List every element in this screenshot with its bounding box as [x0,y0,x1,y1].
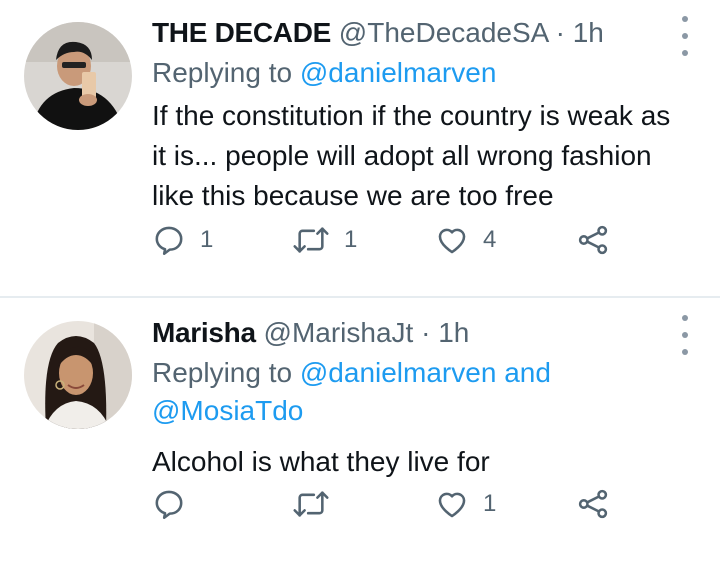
retweet-button[interactable]: 1 [292,223,357,257]
like-count: 4 [483,226,497,253]
like-icon [438,492,466,518]
avatar[interactable] [24,22,132,130]
like-button[interactable]: 1 [435,487,496,521]
tweet-text: If the constitution if the country is we… [152,100,671,211]
replying-and[interactable]: and [504,357,551,388]
more-options-button[interactable] [678,16,692,56]
reply-button[interactable]: 1 [152,223,213,257]
share-icon [578,489,608,519]
replying-to-line: Replying to @danielmarven and @MosiaTdo [152,354,690,430]
tweet-header: THE DECADE @TheDecadeSA · 1h [152,14,690,52]
tweet[interactable]: Marisha @MarishaJt · 1h Replying to @dan… [0,298,720,573]
share-button[interactable] [576,487,610,521]
reply-icon [155,226,183,256]
display-name[interactable]: Marisha [152,317,256,348]
retweet-icon [293,227,329,253]
user-handle[interactable]: @MarishaJt [264,317,414,348]
replying-to-line: Replying to @danielmarven [152,54,690,92]
timestamp[interactable]: 1h [438,317,469,348]
reply-icon [155,490,183,520]
retweet-icon [293,491,329,517]
retweet-count: 1 [344,226,358,253]
like-icon [438,228,466,254]
avatar[interactable] [24,321,132,429]
timestamp[interactable]: 1h [573,17,604,48]
retweet-button[interactable] [292,487,344,521]
more-vertical-icon [682,315,688,321]
tweet-header: Marisha @MarishaJt · 1h [152,314,690,352]
mention-link[interactable]: @danielmarven [300,357,497,388]
tweet-text: Alcohol is what they live for [152,446,490,477]
user-handle[interactable]: @TheDecadeSA [339,17,548,48]
separator: · [421,317,431,348]
share-button[interactable] [576,223,610,257]
like-count: 1 [483,490,497,517]
separator: · [555,17,565,48]
reply-button[interactable] [152,487,200,521]
tweet[interactable]: THE DECADE @TheDecadeSA · 1h Replying to… [0,0,720,298]
more-vertical-icon [682,16,688,22]
replying-prefix: Replying to [152,57,293,88]
replying-prefix: Replying to [152,357,293,388]
reply-count: 1 [200,226,214,253]
mention-link-2[interactable]: @MosiaTdo [152,395,303,426]
share-icon [578,225,608,255]
more-options-button[interactable] [678,315,692,355]
display-name[interactable]: THE DECADE [152,17,331,48]
like-button[interactable]: 4 [435,223,496,257]
mention-link[interactable]: @danielmarven [300,57,497,88]
